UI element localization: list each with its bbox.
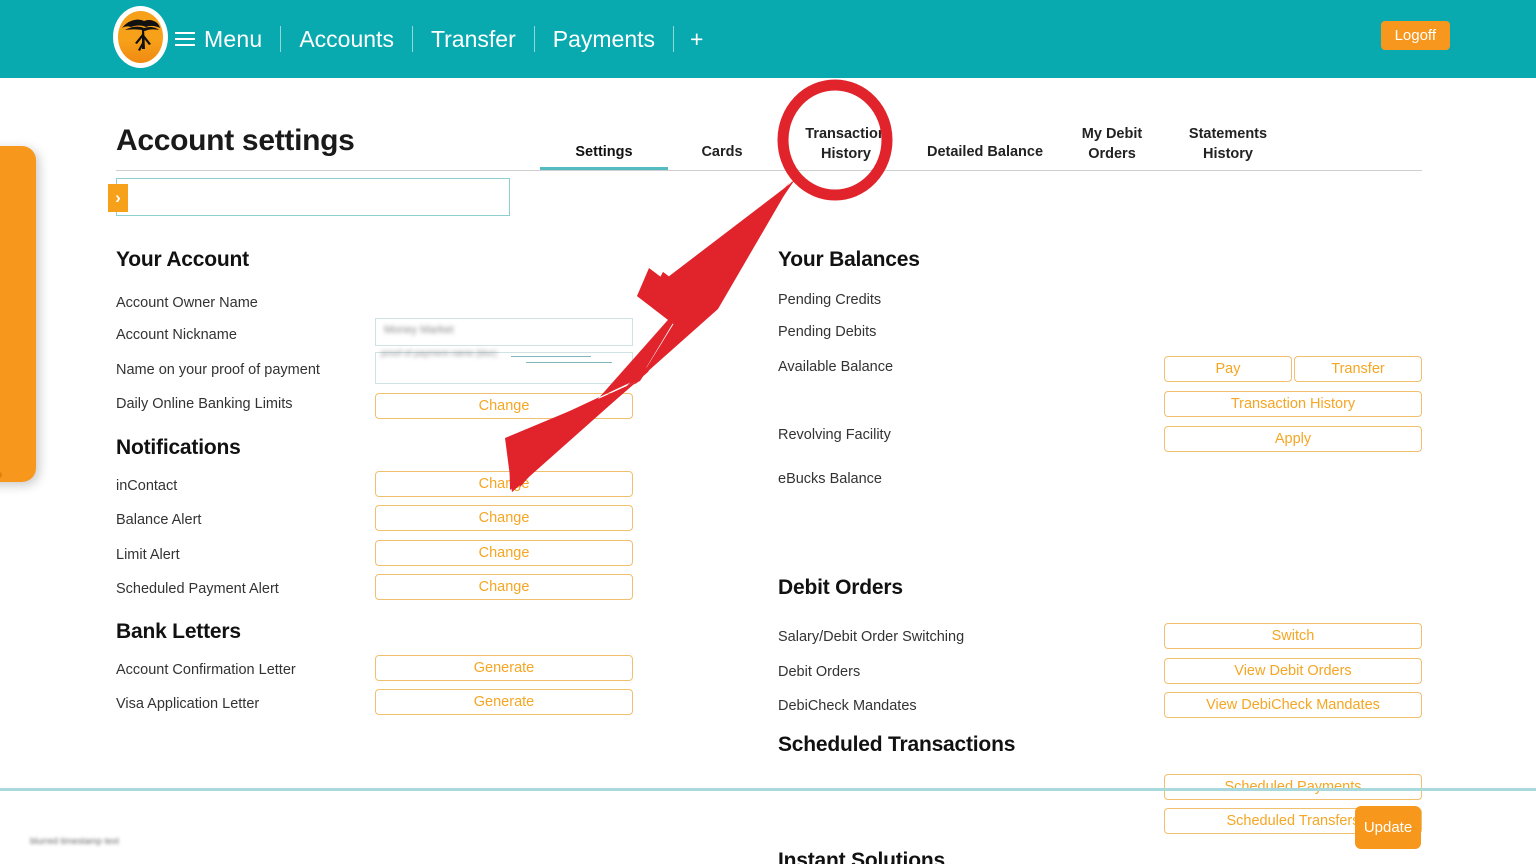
tab-label-line1: Statements [1188,126,1268,142]
redacted-nickname-text: Money Market [384,324,454,336]
section-heading-notifications: Notifications [116,436,241,459]
switch-salary-debit-order-button[interactable]: Switch [1164,623,1422,649]
tab-label: Detailed Balance [926,144,1044,160]
row-label: Account Confirmation Letter [116,662,296,678]
hamburger-icon [175,31,195,47]
pay-button[interactable]: Pay [1164,356,1292,382]
row-scheduled-payment-alert: Scheduled Payment Alert Change [116,574,676,613]
tab-label-line2: History [821,146,871,162]
nav-link-transfer[interactable]: Transfer [413,26,534,53]
tab-label-line1: My Debit [1081,126,1143,142]
nav-link-payments[interactable]: Payments [535,26,673,53]
page-title: Account settings [116,124,355,157]
nav-link-accounts[interactable]: Accounts [281,26,412,53]
top-navigation-bar: Menu Accounts Transfer Payments + Logoff [0,0,1536,78]
row-label: Scheduled Payment Alert [116,581,279,597]
row-label-pending-debits: Pending Debits [778,324,877,340]
generate-account-confirmation-letter-button[interactable]: Generate [375,655,633,681]
row-label: Name on your proof of payment [116,362,320,378]
row-label: Account Owner Name [116,295,258,311]
row-label: Limit Alert [116,547,180,563]
change-limit-alert-button[interactable]: Change [375,540,633,566]
row-label-salary-debit-order-switching: Salary/Debit Order Switching [778,629,965,645]
row-label: Account Nickname [116,327,237,343]
tab-my-debit-orders[interactable]: My Debit Orders [1062,124,1162,164]
footer-divider [0,788,1536,791]
tab-label-line2: Orders [1088,146,1136,162]
tab-transaction-history[interactable]: Transaction History [782,124,910,164]
row-label: inContact [116,478,178,494]
acacia-tree-icon [118,11,163,63]
active-tab-underline [540,167,668,170]
section-heading-scheduled-transactions: Scheduled Transactions [778,733,1016,756]
row-daily-online-banking-limits: Daily Online Banking Limits Change [116,393,676,428]
row-label-revolving-facility: Revolving Facility [778,427,891,443]
change-daily-limits-button[interactable]: Change [375,393,633,419]
section-heading-your-balances: Your Balances [778,248,920,271]
section-heading-your-account: Your Account [116,248,249,271]
fnb-logo[interactable] [113,6,168,68]
menu-label: Menu [204,25,263,52]
section-heading-bank-letters: Bank Letters [116,620,241,643]
transfer-button[interactable]: Transfer [1294,356,1422,382]
page-content: Account settings Settings Cards Transact… [0,78,1536,864]
transaction-history-button[interactable]: Transaction History [1164,391,1422,417]
logoff-button[interactable]: Logoff [1380,21,1450,50]
row-visa-application-letter: Visa Application Letter Generate [116,689,676,728]
tab-detailed-balance[interactable]: Detailed Balance [910,142,1060,162]
add-tab-button[interactable]: + [674,26,719,53]
section-heading-instant-solutions: Instant Solutions [778,849,945,864]
row-label-ebucks-balance: eBucks Balance [778,471,882,487]
row-label: Daily Online Banking Limits [116,396,293,412]
tab-cards[interactable]: Cards [670,142,774,162]
row-balance-alert: Balance Alert Change [116,505,676,544]
menu-button[interactable]: Menu [175,26,280,53]
row-label: Balance Alert [116,512,202,528]
section-heading-debit-orders: Debit Orders [778,576,903,599]
generate-visa-application-letter-button[interactable]: Generate [375,689,633,715]
tab-label: Settings [575,144,633,160]
drawer-dot-icon [0,472,2,478]
chevron-right-icon[interactable]: › [108,184,128,212]
tab-label: Cards [701,144,743,160]
tab-statements-history[interactable]: Statements History [1170,124,1286,164]
acacia-tree-svg [122,19,160,51]
view-debicheck-mandates-button[interactable]: View DebiCheck Mandates [1164,692,1422,718]
app-root: Menu Accounts Transfer Payments + Logoff… [0,0,1536,864]
tab-settings[interactable]: Settings [540,142,668,170]
change-incontact-button[interactable]: Change [375,471,633,497]
view-debit-orders-button[interactable]: View Debit Orders [1164,658,1422,684]
row-label-pending-credits: Pending Credits [778,292,882,308]
tab-label-line2: History [1203,146,1253,162]
change-balance-alert-button[interactable]: Change [375,505,633,531]
tab-label-line1: Transaction [805,126,887,142]
logo-ring [113,6,168,68]
redacted-line [511,356,591,357]
tab-strip: Settings Cards Transaction History Detai… [510,110,1422,170]
row-label-debit-orders: Debit Orders [778,664,861,680]
footer-timestamp-redacted: blurred timestamp text [30,836,120,846]
redacted-proof-text: proof of payment name (blur) [381,348,498,358]
side-drawer-handle[interactable] [0,146,36,482]
update-button[interactable]: Update [1355,806,1421,849]
row-label-available-balance: Available Balance [778,359,894,375]
row-label: Visa Application Letter [116,696,260,712]
row-label-debicheck-mandates: DebiCheck Mandates [778,698,917,714]
tabs-baseline [116,170,1422,171]
scheduled-payments-button[interactable]: Scheduled Payments [1164,774,1422,800]
redacted-line [526,362,612,363]
account-selector-input[interactable] [116,178,510,216]
change-scheduled-payment-alert-button[interactable]: Change [375,574,633,600]
nav-links: Menu Accounts Transfer Payments + [175,0,719,78]
apply-revolving-facility-button[interactable]: Apply [1164,426,1422,452]
